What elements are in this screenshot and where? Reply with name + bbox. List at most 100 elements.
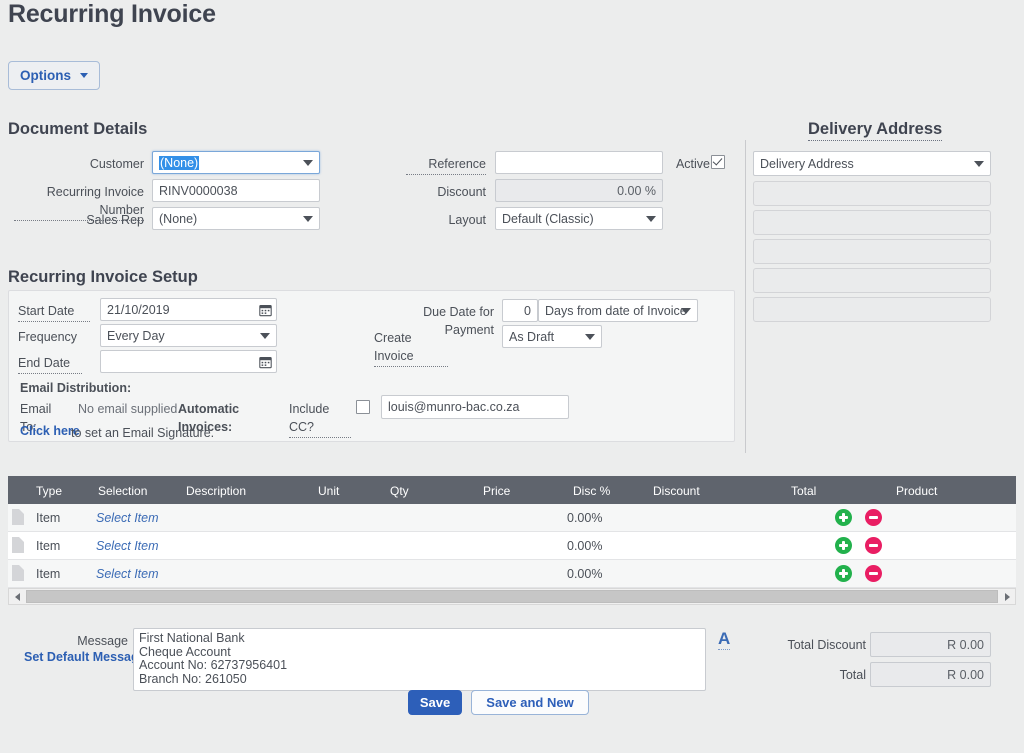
layout-label: Layout — [448, 213, 486, 227]
total-discount-label: Total Discount — [787, 638, 866, 652]
sales-rep-value: (None) — [159, 211, 198, 226]
remove-row-button[interactable] — [865, 565, 882, 582]
cell-type: Item — [36, 539, 61, 553]
delivery-address-select[interactable]: Delivery Address — [753, 151, 991, 176]
active-label: Active — [675, 157, 710, 171]
frequency-dropdown-arrow[interactable] — [254, 325, 276, 346]
line-items-table: Type Selection Description Unit Qty Pric… — [8, 476, 1016, 588]
cell-disc-pct: 0.00% — [567, 511, 603, 525]
due-date-days-input[interactable]: 0 — [502, 299, 538, 322]
reference-input[interactable] — [495, 151, 663, 174]
sales-rep-dropdown-arrow[interactable] — [297, 208, 319, 229]
calendar-icon[interactable] — [259, 355, 272, 368]
options-button[interactable]: Options — [8, 61, 100, 90]
calendar-icon[interactable] — [259, 303, 272, 316]
recurring-invoice-number-value: RINV0000038 — [159, 183, 238, 198]
start-date-label: Start Date — [18, 302, 90, 322]
column-header-type: Type — [36, 484, 63, 498]
select-item-link[interactable]: Select Item — [96, 511, 159, 525]
end-date-input[interactable] — [100, 350, 277, 373]
due-date-basis-dropdown-arrow[interactable] — [675, 300, 697, 321]
total-value: R 0.00 — [947, 667, 984, 682]
delivery-address-dropdown-arrow[interactable] — [968, 152, 990, 175]
save-button[interactable]: Save — [408, 690, 462, 715]
select-item-link[interactable]: Select Item — [96, 539, 159, 553]
customer-label: Customer — [89, 157, 144, 171]
discount-value: 0.00 % — [617, 183, 656, 198]
active-checkbox[interactable] — [711, 155, 725, 169]
save-and-new-button[interactable]: Save and New — [471, 690, 589, 715]
sales-rep-select[interactable]: (None) — [152, 207, 320, 230]
layout-dropdown-arrow[interactable] — [640, 208, 662, 229]
customer-select[interactable]: (None) — [152, 151, 320, 174]
remove-row-button[interactable] — [865, 537, 882, 554]
start-date-input[interactable]: 21/10/2019 — [100, 298, 277, 321]
delivery-address-line-5[interactable] — [753, 297, 991, 322]
discount-label: Discount — [437, 185, 486, 199]
total-label: Total — [839, 668, 866, 682]
total-discount-value-field: R 0.00 — [870, 632, 991, 657]
reference-label: Reference — [406, 155, 486, 175]
column-header-price: Price — [483, 484, 511, 498]
add-row-button[interactable] — [835, 565, 852, 582]
message-textarea[interactable] — [133, 628, 706, 691]
include-cc-checkbox[interactable] — [356, 400, 370, 414]
cc-email-input[interactable]: louis@munro-bac.co.za — [381, 395, 569, 419]
set-default-message-link[interactable]: Set Default Message — [24, 650, 146, 664]
frequency-label: Frequency — [18, 330, 78, 344]
delivery-address-line-2[interactable] — [753, 210, 991, 235]
scrollbar-thumb[interactable] — [26, 590, 998, 603]
create-invoice-value: As Draft — [509, 329, 555, 344]
delivery-address-line-1[interactable] — [753, 181, 991, 206]
delivery-address-select-value: Delivery Address — [760, 156, 854, 171]
scroll-left-arrow-icon[interactable] — [9, 589, 25, 604]
font-format-icon[interactable]: A — [718, 630, 731, 650]
document-icon — [12, 537, 24, 553]
recurring-invoice-setup-heading: Recurring Invoice Setup — [8, 268, 198, 286]
total-discount-value: R 0.00 — [947, 637, 984, 652]
line-items-table-header: Type Selection Description Unit Qty Pric… — [8, 476, 1016, 504]
document-details-heading: Document Details — [8, 120, 148, 138]
cell-type: Item — [36, 511, 61, 525]
cc-email-value: louis@munro-bac.co.za — [388, 400, 520, 414]
save-button-label: Save — [419, 695, 451, 710]
due-date-basis-select[interactable]: Days from date of Invoice — [538, 299, 698, 322]
options-button-label: Options — [20, 68, 71, 83]
end-date-label: End Date — [18, 354, 82, 374]
delivery-address-line-4[interactable] — [753, 268, 991, 293]
delivery-address-line-3[interactable] — [753, 239, 991, 264]
email-to-value: No email supplied. — [78, 402, 181, 416]
message-label: Message — [77, 634, 128, 648]
column-header-unit: Unit — [318, 484, 340, 498]
panel-divider — [745, 140, 746, 453]
frequency-select[interactable]: Every Day — [100, 324, 277, 347]
layout-select[interactable]: Default (Classic) — [495, 207, 663, 230]
recurring-invoice-number-input[interactable]: RINV0000038 — [152, 179, 320, 202]
layout-value: Default (Classic) — [502, 211, 594, 226]
column-header-description: Description — [186, 484, 247, 498]
scroll-right-arrow-icon[interactable] — [999, 589, 1015, 604]
remove-row-button[interactable] — [865, 509, 882, 526]
customer-dropdown-arrow[interactable] — [297, 152, 319, 173]
table-row[interactable]: Item Select Item 0.00% — [8, 532, 1016, 560]
email-signature-text: to set an Email Signature. — [71, 426, 215, 440]
due-date-basis-value: Days from date of Invoice — [545, 303, 687, 318]
add-row-button[interactable] — [835, 537, 852, 554]
column-header-discount: Discount — [653, 484, 700, 498]
discount-input[interactable]: 0.00 % — [495, 179, 663, 202]
email-distribution-label: Email Distribution: — [20, 381, 132, 395]
add-row-button[interactable] — [835, 509, 852, 526]
table-row[interactable]: Item Select Item 0.00% — [8, 560, 1016, 588]
column-header-selection: Selection — [98, 484, 148, 498]
start-date-value: 21/10/2019 — [107, 302, 170, 317]
column-header-product: Product — [896, 484, 938, 498]
total-value-field: R 0.00 — [870, 662, 991, 687]
chevron-down-icon — [80, 73, 88, 78]
table-row[interactable]: Item Select Item 0.00% — [8, 504, 1016, 532]
column-header-total: Total — [791, 484, 817, 498]
create-invoice-dropdown-arrow[interactable] — [579, 326, 601, 347]
table-horizontal-scrollbar[interactable] — [8, 588, 1016, 605]
create-invoice-select[interactable]: As Draft — [502, 325, 602, 348]
frequency-value: Every Day — [107, 328, 165, 343]
select-item-link[interactable]: Select Item — [96, 567, 159, 581]
